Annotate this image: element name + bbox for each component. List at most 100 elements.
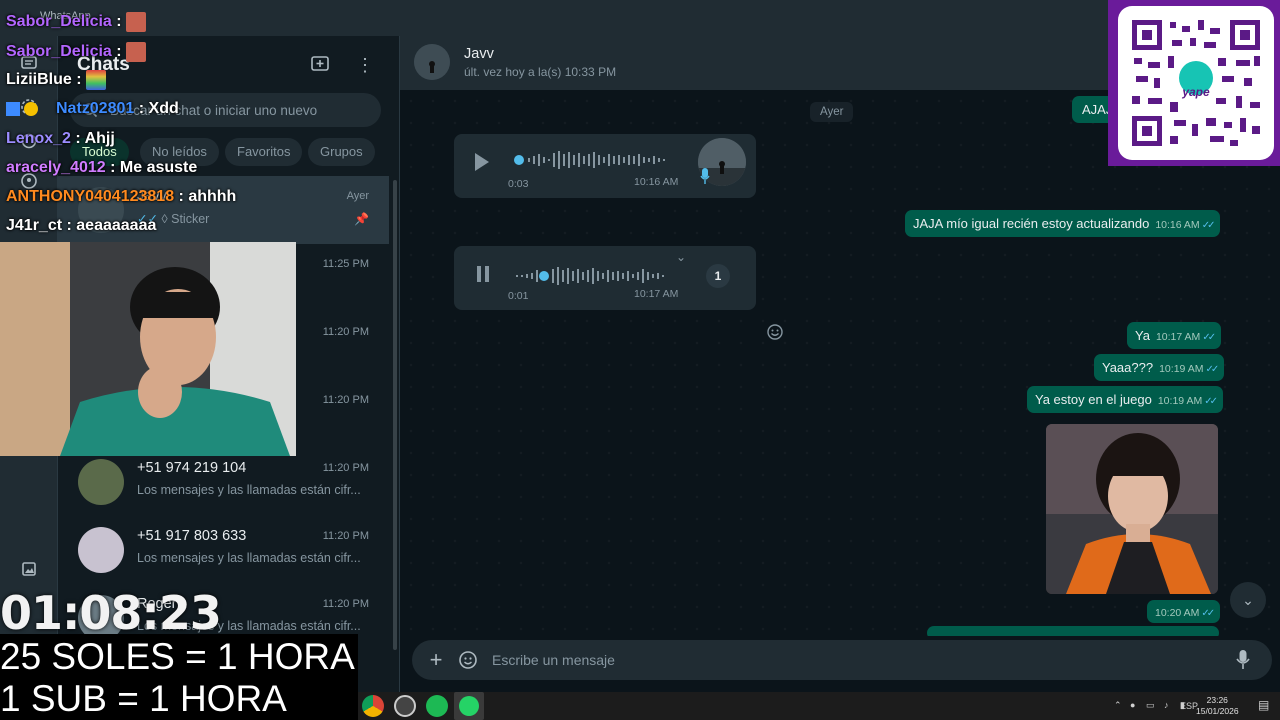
emoji-react-icon[interactable] bbox=[766, 323, 784, 341]
chat-list-scrollbar[interactable] bbox=[393, 180, 397, 650]
stream-chat-line: Sabor_Delicia : bbox=[6, 42, 147, 62]
chat-separator: : bbox=[111, 13, 122, 31]
tray-chevron-icon[interactable]: ⌃ bbox=[1114, 700, 1122, 711]
contact-last-seen: últ. vez hoy a la(s) 10:33 PM bbox=[464, 65, 617, 79]
chat-separator: : bbox=[105, 159, 116, 176]
filter-grupos[interactable]: Grupos bbox=[308, 138, 375, 166]
play-icon[interactable] bbox=[474, 152, 490, 172]
menu-icon[interactable]: ⋮ bbox=[354, 54, 376, 76]
banner-line-2: 1 SUB = 1 HORA bbox=[0, 678, 287, 719]
read-ticks-icon: ✓✓ bbox=[1202, 332, 1216, 343]
chat-time: 11:20 PM bbox=[322, 394, 369, 406]
chat-message: Xdd bbox=[148, 100, 179, 117]
obs-icon[interactable] bbox=[394, 695, 416, 717]
voice-message[interactable]: 0:03 10:16 AM bbox=[454, 134, 756, 198]
message-area: Ayer AJAJ 0:03 10:16 AM ⌄ 1 0:01 10:17 A… bbox=[400, 90, 1280, 640]
pause-icon[interactable] bbox=[476, 266, 492, 286]
attach-plus-icon[interactable]: + bbox=[426, 649, 446, 671]
pin-icon: 📌 bbox=[354, 212, 369, 226]
composer-box[interactable]: + bbox=[412, 640, 1272, 680]
badge-icon bbox=[6, 101, 20, 116]
message-text: JAJA mío igual recién estoy actualizando bbox=[913, 216, 1150, 231]
emoji-sticker-icon[interactable] bbox=[458, 650, 478, 670]
message-text: Yaaa??? bbox=[1102, 360, 1154, 375]
window-titlebar: WhatsApp bbox=[0, 0, 1280, 36]
chat-time: 11:20 PM bbox=[322, 530, 369, 542]
banner-line-1: 25 SOLES = 1 HORA bbox=[0, 636, 355, 677]
message-time: 10:19 AM bbox=[1157, 395, 1203, 407]
chevron-down-icon[interactable]: ⌄ bbox=[676, 250, 686, 264]
tray-volume-icon[interactable]: ♪ bbox=[1164, 700, 1169, 710]
tray-mic-icon[interactable]: ● bbox=[1130, 700, 1135, 710]
filter-favoritos[interactable]: Favoritos bbox=[225, 138, 303, 166]
chat-username: aracely_4012 bbox=[6, 159, 106, 176]
taskbar-clock[interactable]: 23:26 15/01/2026 bbox=[1196, 695, 1239, 717]
stream-chat-line: J41r_ct : aeaaaaaaa bbox=[6, 217, 156, 235]
message-bubble-out[interactable]: Yaaa??? 10:19 AM ✓✓ bbox=[1094, 354, 1225, 381]
emote-icon bbox=[126, 42, 147, 62]
waveform[interactable] bbox=[514, 266, 672, 286]
day-badge: Ayer bbox=[810, 102, 854, 122]
audio-time: 10:16 AM bbox=[634, 176, 679, 188]
chat-message: ahhhh bbox=[188, 188, 237, 205]
chat-separator: : bbox=[111, 43, 122, 61]
emote-icon bbox=[86, 70, 107, 90]
chrome-icon[interactable] bbox=[362, 695, 384, 717]
qr-brand-text: yape bbox=[1181, 85, 1210, 99]
chat-message: aeaaaaaaa bbox=[76, 217, 157, 234]
chat-name: +51 917 803 633 bbox=[137, 528, 247, 544]
read-ticks-icon: ✓✓ bbox=[1201, 608, 1215, 619]
mic-icon[interactable] bbox=[1236, 650, 1254, 670]
chat-message: Ahjj bbox=[84, 130, 115, 147]
mic-badge-icon bbox=[700, 168, 710, 187]
new-chat-icon[interactable] bbox=[310, 54, 332, 76]
chat-username: Natz02801 bbox=[56, 100, 135, 117]
notifications-icon[interactable]: ▤ bbox=[1258, 698, 1269, 712]
chat-time: 11:25 PM bbox=[322, 258, 369, 270]
sticker-image[interactable] bbox=[1046, 424, 1218, 594]
chat-time: Ayer bbox=[346, 190, 369, 202]
read-ticks-icon: ✓✓ bbox=[1201, 220, 1216, 231]
chat-separator: : bbox=[62, 217, 72, 234]
message-bubble-out[interactable]: JAJA mío igual recién estoy actualizando… bbox=[905, 210, 1221, 237]
chat-username: Lenox_2 bbox=[6, 130, 71, 147]
playback-speed[interactable]: 1 bbox=[706, 264, 730, 288]
stream-chat-line: Sabor_Delicia : bbox=[6, 12, 147, 32]
stream-chat-line: LiziiBlue : bbox=[6, 70, 107, 90]
webcam-overlay bbox=[0, 242, 296, 456]
tray-network-icon[interactable]: ▭ bbox=[1146, 700, 1155, 711]
message-time: 10:17 AM bbox=[1155, 331, 1201, 343]
scroll-to-bottom-button[interactable]: ⌄ bbox=[1230, 582, 1266, 618]
chat-row[interactable]: +51 974 219 104 11:20 PM Los mensajes y … bbox=[58, 448, 389, 516]
media-icon[interactable] bbox=[19, 560, 39, 580]
voice-message[interactable]: ⌄ 1 0:01 10:17 AM bbox=[454, 246, 756, 310]
whatsapp-taskbar-button[interactable] bbox=[454, 692, 484, 720]
chat-name: +51 974 219 104 bbox=[137, 460, 247, 476]
message-time: 10:16 AM bbox=[1155, 219, 1200, 231]
chat-separator: : bbox=[71, 71, 82, 89]
audio-duration: 0:03 bbox=[508, 178, 529, 190]
chat-username: ANTHONY0404123818 bbox=[6, 188, 175, 205]
clock-time: 23:26 bbox=[1206, 695, 1228, 705]
sticker-icon: ◊ bbox=[161, 212, 168, 226]
chat-preview: Los mensajes y las llamadas están cifr..… bbox=[137, 483, 361, 497]
chat-username: Sabor_Delicia bbox=[6, 13, 112, 31]
message-bubble-out[interactable]: Ya 10:17 AM ✓✓ bbox=[1127, 322, 1222, 349]
chat-separator: : bbox=[70, 130, 81, 147]
chat-username: Sabor_Delicia bbox=[6, 43, 112, 61]
chat-message: Me asuste bbox=[119, 159, 198, 176]
read-ticks-icon: ✓✓ bbox=[1205, 364, 1219, 375]
message-bubble-out[interactable]: Ya estoy en el juego 10:19 AM ✓✓ bbox=[1027, 386, 1223, 413]
audio-duration: 0:01 bbox=[508, 290, 529, 302]
donation-banner: 25 SOLES = 1 HORA 1 SUB = 1 HORA bbox=[0, 634, 358, 720]
waveform[interactable] bbox=[514, 150, 672, 170]
avatar bbox=[78, 527, 124, 573]
chat-row[interactable]: +51 917 803 633 11:20 PM Los mensajes y … bbox=[58, 516, 389, 584]
chat-username: LiziiBlue bbox=[6, 71, 72, 89]
contact-avatar[interactable] bbox=[414, 44, 450, 80]
spotify-icon[interactable] bbox=[426, 695, 448, 717]
chat-separator: : bbox=[174, 188, 184, 205]
chat-time: 11:20 PM bbox=[322, 598, 369, 610]
chat-separator: : bbox=[134, 100, 145, 117]
message-input[interactable] bbox=[492, 640, 1192, 680]
